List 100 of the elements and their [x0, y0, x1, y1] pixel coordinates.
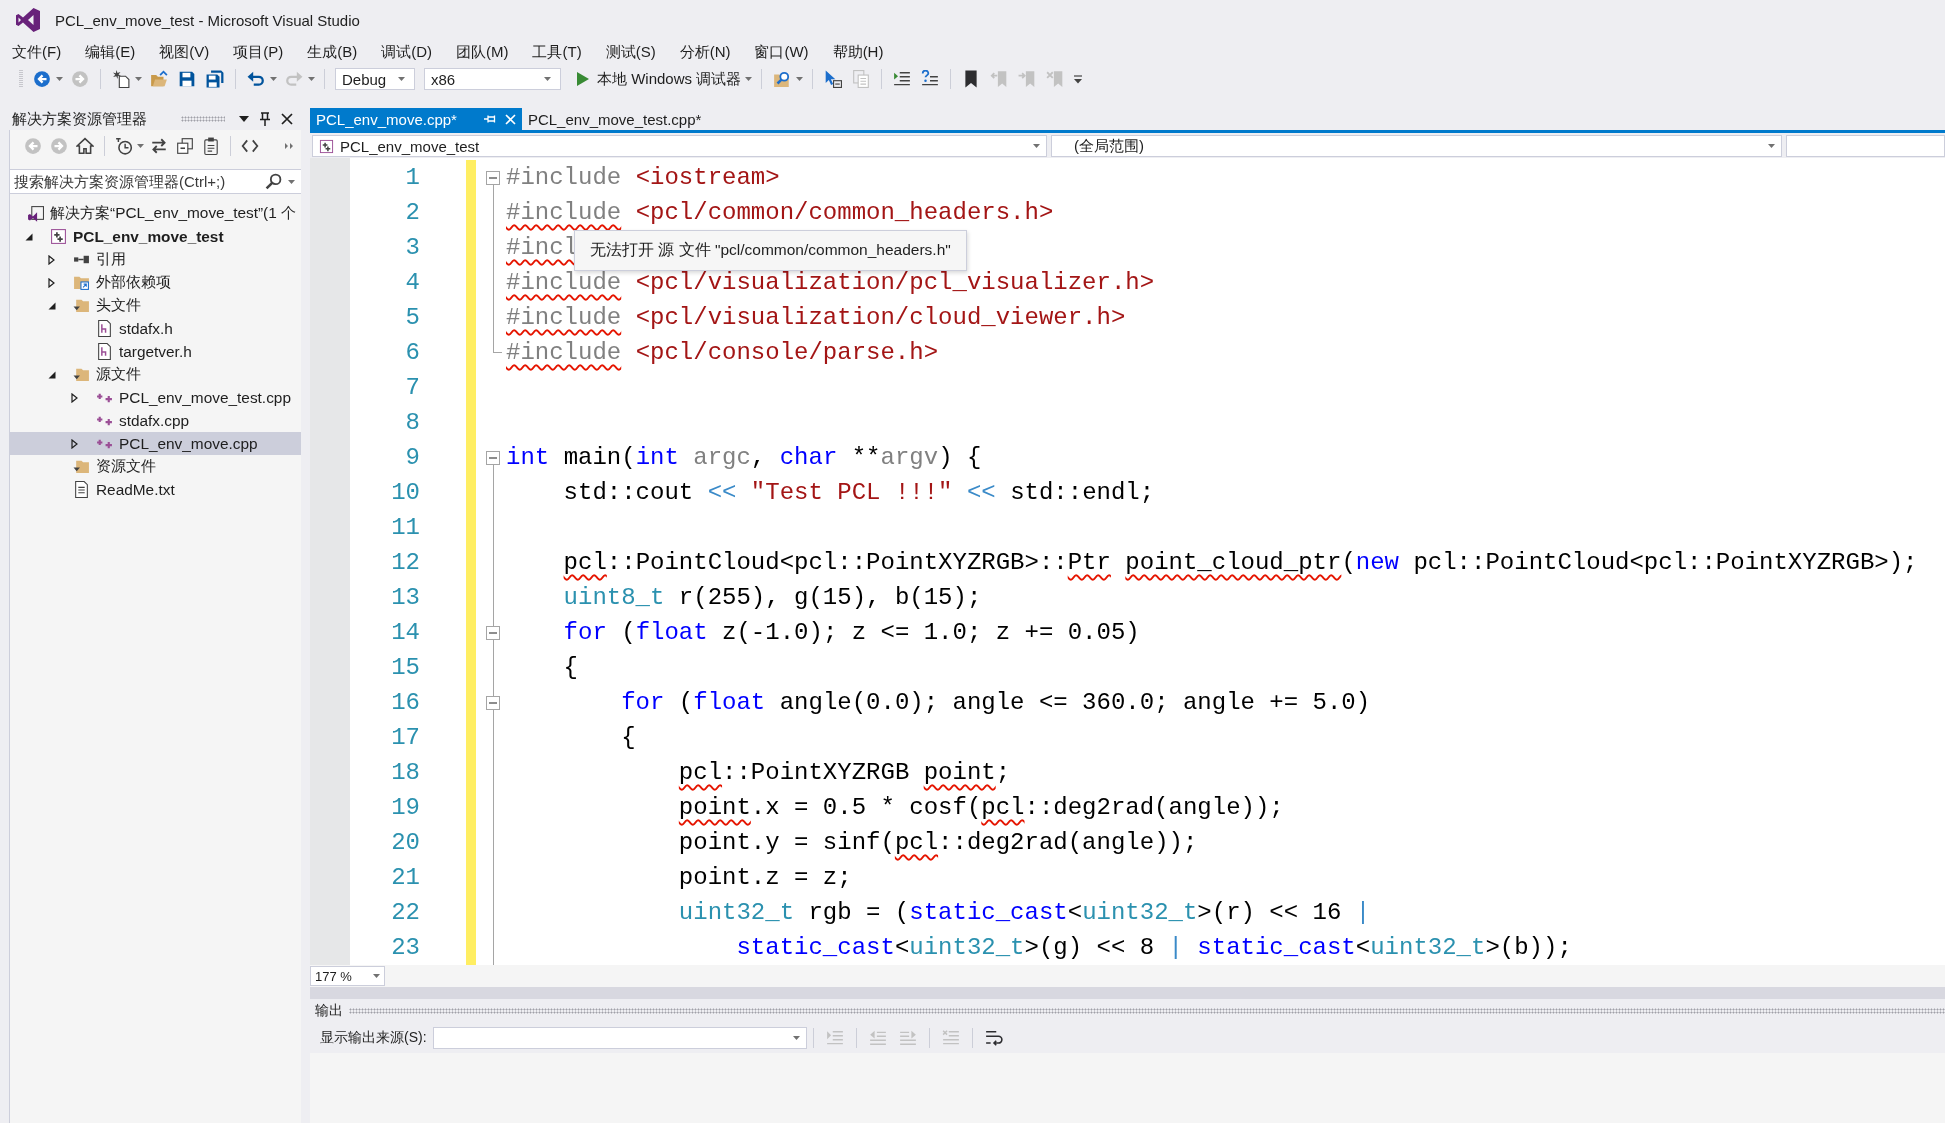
code-line: uint8_t r(255), g(15), b(15);	[563, 583, 982, 613]
tree-item[interactable]: 解决方案“PCL_env_move_test”(1 个	[10, 202, 301, 225]
grip-icon[interactable]	[19, 69, 23, 89]
code-line: point.y = sinf(pcl::deg2rad(angle));	[678, 828, 1198, 858]
play-icon[interactable]	[577, 72, 589, 86]
menu-item[interactable]: 编辑(E)	[73, 41, 148, 63]
question-lines-icon[interactable]	[921, 70, 940, 88]
tree-item[interactable]: PCL_env_move_test	[10, 225, 301, 248]
code-line: int main(int argc, char **argv) {	[506, 443, 982, 473]
line-number: 14	[391, 618, 420, 648]
line-number: 2	[405, 198, 420, 228]
line-number: 15	[391, 653, 420, 683]
scope-dropdown[interactable]: (全局范围)	[1051, 135, 1782, 157]
menu-item[interactable]: 分析(N)	[667, 41, 743, 63]
editor-tab[interactable]: PCL_env_move_test.cpp*	[521, 108, 708, 130]
overflow-icon[interactable]	[1074, 74, 1083, 84]
tree-arrow-icon[interactable]	[48, 301, 56, 310]
save-icon[interactable]	[178, 70, 196, 88]
code-line: #include <pcl/visualization/pcl_visualizer.h>	[506, 268, 1155, 298]
sync-icon[interactable]	[150, 137, 168, 155]
tree-arrow-icon[interactable]	[48, 370, 56, 379]
collapse-icon[interactable]	[486, 696, 500, 710]
code-line: {	[621, 723, 636, 753]
line-number: 10	[391, 478, 420, 508]
line-number: 13	[391, 583, 420, 613]
line-number: 18	[391, 758, 420, 788]
close-icon[interactable]	[281, 113, 293, 125]
collapse-icon[interactable]	[486, 451, 500, 465]
history-icon[interactable]	[115, 137, 133, 155]
tree-arrow-icon[interactable]	[48, 254, 55, 265]
tree-item[interactable]: ReadMe.txt	[10, 478, 301, 501]
tree-item[interactable]: stdafx.h	[10, 317, 301, 340]
tree-item[interactable]: 引用	[10, 248, 301, 271]
text-file-icon	[73, 481, 90, 498]
drag-handle[interactable]	[181, 116, 225, 122]
collapse-all-icon[interactable]	[176, 137, 194, 155]
code-view-icon[interactable]	[241, 137, 259, 155]
tree-item[interactable]: PCL_env_move.cpp	[10, 432, 301, 455]
home-icon[interactable]	[76, 137, 94, 155]
back-icon[interactable]	[33, 70, 51, 88]
menu-item[interactable]: 生成(B)	[295, 41, 370, 63]
line-number: 8	[405, 408, 420, 438]
tree-item[interactable]: 源文件	[10, 363, 301, 386]
tree-arrow-icon[interactable]	[71, 392, 78, 403]
search-icon[interactable]	[265, 173, 282, 190]
configuration-dropdown[interactable]: Debug	[335, 68, 415, 90]
menu-item[interactable]: 文件(F)	[0, 41, 74, 63]
tree-item[interactable]: 资源文件	[10, 455, 301, 478]
collapse-icon[interactable]	[486, 171, 500, 185]
menu-item[interactable]: 视图(V)	[147, 41, 222, 63]
menu-item[interactable]: 测试(S)	[593, 41, 668, 63]
new-project-icon[interactable]	[112, 70, 130, 88]
cpp-project-icon	[50, 228, 67, 245]
platform-dropdown[interactable]: x86	[424, 68, 561, 90]
cursor-icon[interactable]	[824, 70, 843, 88]
drag-handle[interactable]	[349, 1008, 1945, 1014]
menu-item[interactable]: 团队(M)	[444, 41, 521, 63]
find-in-files-icon[interactable]	[773, 70, 792, 88]
zoom-dropdown[interactable]: 177 %	[310, 966, 385, 986]
line-number: 9	[405, 443, 420, 473]
code-line: #include <pcl/common/common_headers.h>	[506, 198, 1054, 228]
open-folder-icon[interactable]	[150, 70, 168, 88]
folder-icon	[73, 458, 90, 475]
folder-icon	[73, 366, 90, 383]
tree-item[interactable]: 头文件	[10, 294, 301, 317]
tree-arrow-icon[interactable]	[25, 232, 33, 241]
save-all-icon[interactable]	[206, 70, 224, 88]
line-number: 1	[405, 163, 420, 193]
project-dropdown[interactable]: PCL_env_move_test	[312, 135, 1047, 157]
menu-item[interactable]: 工具(T)	[520, 41, 594, 63]
menu-item[interactable]: 项目(P)	[221, 41, 296, 63]
line-number: 21	[391, 863, 420, 893]
code-line: for (float angle(0.0); angle <= 360.0; angle += 5.0)	[621, 688, 1371, 718]
tree-item[interactable]: targetver.h	[10, 340, 301, 363]
menu-item[interactable]: 帮助(H)	[820, 41, 896, 63]
tree-item[interactable]: PCL_env_move_test.cpp	[10, 386, 301, 409]
tree-arrow-icon[interactable]	[48, 277, 55, 288]
line-number: 5	[405, 303, 420, 333]
tree-arrow-icon[interactable]	[71, 438, 78, 449]
code-line: #include <iostream>	[506, 163, 780, 193]
tree-item[interactable]: 外部依赖项	[10, 271, 301, 294]
menu-item[interactable]: 调试(D)	[369, 41, 444, 63]
overflow-icon[interactable]	[285, 143, 293, 149]
menu-item[interactable]: 窗口(W)	[742, 41, 821, 63]
properties-icon[interactable]	[202, 137, 220, 155]
search-field[interactable]: 搜索解决方案资源管理器(Ctrl+;)	[10, 169, 301, 194]
indent-lines-icon[interactable]	[893, 70, 912, 88]
panel-title: 输出	[315, 1002, 343, 1020]
tree-item[interactable]: stdafx.cpp	[10, 409, 301, 432]
caret-icon[interactable]	[239, 116, 249, 122]
code-line: for (float z(-1.0); z <= 1.0; z += 0.05)	[563, 618, 1140, 648]
word-wrap-icon[interactable]	[984, 1029, 1003, 1047]
code-line: pcl::PointCloud<pcl::PointXYZRGB>::Ptr point_cloud_ptr(new pcl::PointCloud<pcl::PointXYZRGB>);	[563, 548, 1918, 578]
collapse-icon[interactable]	[486, 626, 500, 640]
start-debugging-button[interactable]: 本地 Windows 调试器	[573, 67, 746, 91]
code-line: uint32_t rgb = (static_cast<uint32_t>(r) << 16 |	[678, 898, 1371, 928]
undo-icon[interactable]	[247, 70, 265, 88]
cpp-project-icon	[319, 138, 334, 154]
pin-icon[interactable]	[259, 111, 271, 127]
line-number: 19	[391, 793, 420, 823]
